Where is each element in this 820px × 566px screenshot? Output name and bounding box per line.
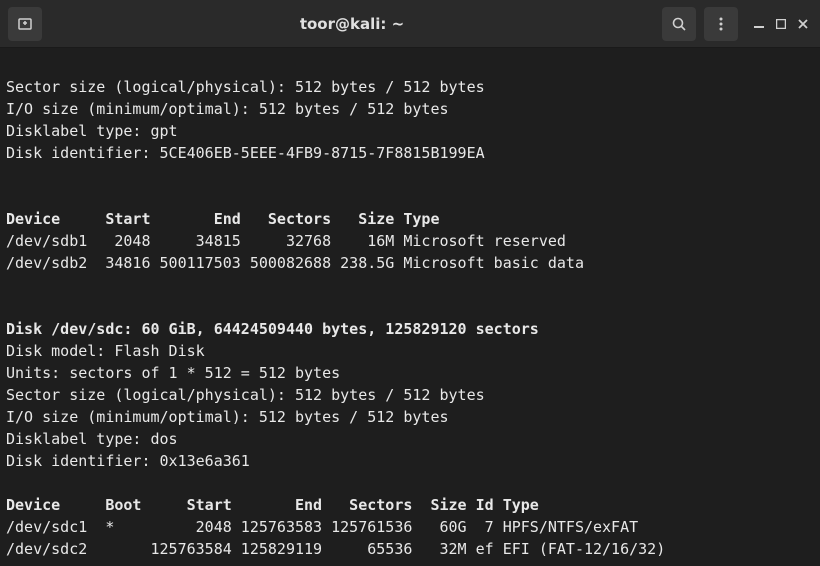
menu-button[interactable] bbox=[704, 7, 738, 41]
new-tab-button[interactable] bbox=[8, 7, 42, 41]
sdb-identifier: Disk identifier: 5CE406EB-5EEE-4FB9-8715… bbox=[6, 144, 485, 162]
sdc-units: Units: sectors of 1 * 512 = 512 bytes bbox=[6, 364, 340, 382]
sdb-partition-row: /dev/sdb1 2048 34815 32768 16M Microsoft… bbox=[6, 232, 566, 250]
sdc-partition-row: /dev/sdc1 * 2048 125763583 125761536 60G… bbox=[6, 518, 638, 536]
sdc-model: Disk model: Flash Disk bbox=[6, 342, 205, 360]
sdb-partition-row: /dev/sdb2 34816 500117503 500082688 238.… bbox=[6, 254, 584, 272]
sdc-partition-row: /dev/sdc2 125763584 125829119 65536 32M … bbox=[6, 540, 665, 558]
window-titlebar: toor@kali: ~ bbox=[0, 0, 820, 48]
window-title: toor@kali: ~ bbox=[50, 15, 654, 33]
window-controls bbox=[746, 16, 812, 32]
sdb-sector-size: Sector size (logical/physical): 512 byte… bbox=[6, 78, 485, 96]
terminal-output[interactable]: Sector size (logical/physical): 512 byte… bbox=[0, 48, 820, 566]
maximize-button[interactable] bbox=[776, 16, 786, 32]
minimize-icon bbox=[754, 19, 764, 29]
sdb-io-size: I/O size (minimum/optimal): 512 bytes / … bbox=[6, 100, 449, 118]
sdc-sector-size: Sector size (logical/physical): 512 byte… bbox=[6, 386, 485, 404]
sdc-table-header: Device Boot Start End Sectors Size Id Ty… bbox=[6, 496, 539, 514]
sdc-disklabel: Disklabel type: dos bbox=[6, 430, 178, 448]
close-icon bbox=[798, 19, 808, 29]
close-button[interactable] bbox=[798, 16, 808, 32]
sdb-table-header: Device Start End Sectors Size Type bbox=[6, 210, 439, 228]
sdb-disklabel: Disklabel type: gpt bbox=[6, 122, 178, 140]
kebab-menu-icon bbox=[713, 16, 729, 32]
maximize-icon bbox=[776, 19, 786, 29]
sdc-identifier: Disk identifier: 0x13e6a361 bbox=[6, 452, 250, 470]
sdc-summary: Disk /dev/sdc: 60 GiB, 64424509440 bytes… bbox=[6, 320, 539, 338]
minimize-button[interactable] bbox=[754, 16, 764, 32]
search-icon bbox=[671, 16, 687, 32]
sdc-io-size: I/O size (minimum/optimal): 512 bytes / … bbox=[6, 408, 449, 426]
search-button[interactable] bbox=[662, 7, 696, 41]
new-tab-icon bbox=[17, 16, 33, 32]
